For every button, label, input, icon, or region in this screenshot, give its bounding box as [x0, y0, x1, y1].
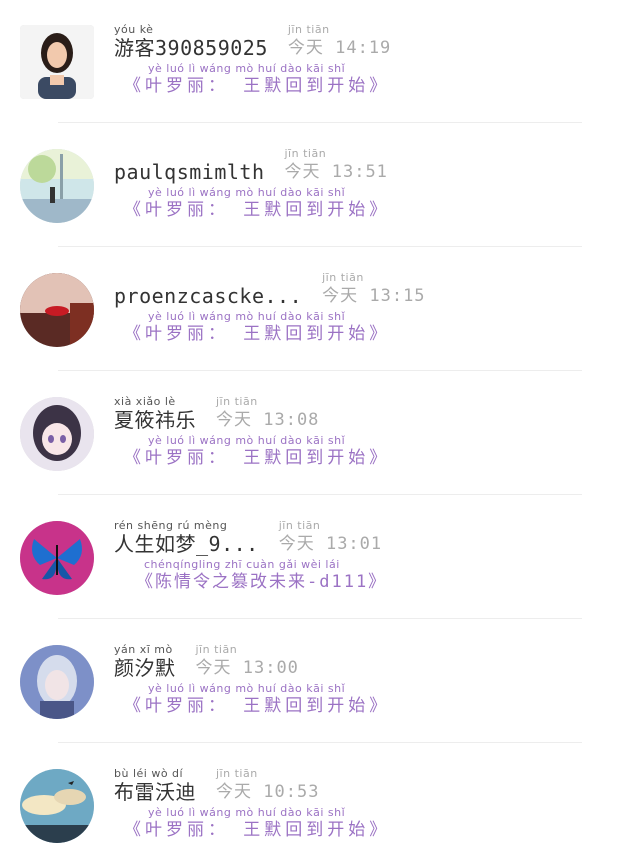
time-text: 今天 14:19 [287, 38, 392, 58]
name-pinyin: bù léi wò dí [114, 767, 184, 780]
anime-street-avatar[interactable] [20, 149, 94, 223]
last-message: chénqíngling zhī cuàn gǎi wèi lái 《陈情令之篡… [136, 558, 387, 594]
fantasy-girl-avatar[interactable] [20, 645, 94, 719]
name-row: yóu kè 游客390859025 jīn tiān 今天 14:19 [114, 20, 391, 60]
name-row: yán xī mò 颜汐默 jīn tiān 今天 13:00 [114, 640, 299, 680]
message-pinyin: yè luó lì wáng mò huí dào kāi shǐ [148, 682, 346, 695]
name-text: paulqsmimlth [114, 160, 265, 184]
last-message: yè luó lì wáng mò huí dào kāi shǐ 《叶罗丽： … [124, 62, 390, 98]
time-prefix: 今天 [216, 782, 252, 802]
message-text: 《叶罗丽： 王默回到开始》 [124, 324, 391, 344]
chat-item[interactable]: proenzcascke... jīn tiān 今天 13:15 yè luó… [0, 248, 640, 371]
chat-item[interactable]: yán xī mò 颜汐默 jīn tiān 今天 13:00 yè luó l… [0, 620, 640, 743]
woman-portrait-avatar[interactable] [20, 25, 94, 99]
last-message: yè luó lì wáng mò huí dào kāi shǐ 《叶罗丽： … [124, 186, 390, 222]
contact-name: bù léi wò dí 布雷沃迪 [114, 767, 196, 804]
message-text: 《叶罗丽： 王默回到开始》 [124, 696, 391, 716]
contact-name: yóu kè 游客390859025 [114, 23, 268, 60]
divider [58, 742, 582, 743]
divider [58, 618, 582, 619]
time-pinyin: jīn tiān [278, 519, 321, 532]
divider [58, 494, 582, 495]
name-row: rén shēng rú mèng 人生如梦_9... jīn tiān 今天 … [114, 516, 382, 556]
sky-landscape-avatar[interactable] [20, 769, 94, 843]
chat-list: yóu kè 游客390859025 jīn tiān 今天 14:19 yè … [0, 0, 640, 868]
message-pinyin: yè luó lì wáng mò huí dào kāi shǐ [148, 434, 346, 447]
chat-item[interactable]: yóu kè 游客390859025 jīn tiān 今天 14:19 yè … [0, 0, 640, 123]
time-text: 今天 10:53 [216, 780, 319, 804]
chat-item[interactable]: rén shēng rú mèng 人生如梦_9... jīn tiān 今天 … [0, 496, 640, 619]
message-pinyin: yè luó lì wáng mò huí dào kāi shǐ [148, 310, 346, 323]
time-value: 10:53 [263, 782, 320, 802]
time-pinyin: jīn tiān [195, 643, 238, 656]
message-pinyin: yè luó lì wáng mò huí dào kāi shǐ [148, 186, 346, 199]
message-pinyin: yè luó lì wáng mò huí dào kāi shǐ [148, 806, 346, 819]
name-row: xià xiǎo lè 夏筱祎乐 jīn tiān 今天 13:08 [114, 392, 319, 432]
message-pinyin: yè luó lì wáng mò huí dào kāi shǐ [148, 62, 346, 75]
name-text: 颜汐默 [114, 656, 176, 680]
time-pinyin: jīn tiān [322, 271, 364, 284]
chat-item[interactable]: paulqsmimlth jīn tiān 今天 13:51 yè luó lì… [0, 124, 640, 247]
contact-name: yán xī mò 颜汐默 [114, 643, 176, 680]
message-pinyin: chénqíngling zhī cuàn gǎi wèi lái [144, 558, 340, 571]
message-text: 《叶罗丽： 王默回到开始》 [124, 200, 391, 220]
divider [58, 122, 582, 123]
name-text: proenzcascke... [114, 284, 303, 308]
name-pinyin: xià xiǎo lè [114, 395, 176, 408]
timestamp: jīn tiān 今天 13:51 [285, 147, 388, 184]
name-pinyin: rén shēng rú mèng [114, 519, 228, 532]
message-text: 《陈情令之篡改未来-d111》 [136, 572, 388, 592]
timestamp: jīn tiān 今天 10:53 [216, 767, 319, 804]
message-text: 《叶罗丽： 王默回到开始》 [124, 76, 391, 96]
time-text: 今天 13:15 [322, 286, 426, 306]
contact-name: xià xiǎo lè 夏筱祎乐 [114, 395, 196, 432]
name-text: 人生如梦_9... [114, 532, 259, 556]
contact-name: paulqsmimlth [114, 147, 265, 184]
name-row: paulqsmimlth jīn tiān 今天 13:51 [114, 144, 388, 184]
last-message: yè luó lì wáng mò huí dào kāi shǐ 《叶罗丽： … [124, 682, 390, 718]
time-text: 今天 13:08 [216, 410, 320, 430]
time-pinyin: jīn tiān [216, 767, 258, 780]
name-text: 布雷沃迪 [114, 780, 196, 804]
chat-item[interactable]: bù léi wò dí 布雷沃迪 jīn tiān 今天 10:53 yè l… [0, 744, 640, 867]
chat-item[interactable]: xià xiǎo lè 夏筱祎乐 jīn tiān 今天 13:08 yè lu… [0, 372, 640, 495]
blue-butterfly-avatar[interactable] [20, 521, 94, 595]
anime-girl-avatar[interactable] [20, 397, 94, 471]
last-message: yè luó lì wáng mò huí dào kāi shǐ 《叶罗丽： … [124, 434, 390, 470]
timestamp: jīn tiān 今天 13:01 [279, 519, 382, 556]
message-text: 《叶罗丽： 王默回到开始》 [124, 820, 391, 840]
name-text: 游客390859025 [114, 36, 268, 60]
time-pinyin: jīn tiān [216, 395, 258, 408]
time-pinyin: jīn tiān [284, 147, 327, 160]
timestamp: jīn tiān 今天 13:08 [216, 395, 319, 432]
name-text: 夏筱祎乐 [114, 408, 196, 432]
last-message: yè luó lì wáng mò huí dào kāi shǐ 《叶罗丽： … [124, 310, 390, 346]
contact-name: proenzcascke... [114, 271, 302, 308]
last-message: yè luó lì wáng mò huí dào kāi shǐ 《叶罗丽： … [124, 806, 390, 842]
contact-name: rén shēng rú mèng 人生如梦_9... [114, 519, 259, 556]
divider [58, 246, 582, 247]
message-text: 《叶罗丽： 王默回到开始》 [124, 448, 391, 468]
time-text: 今天 13:51 [284, 162, 388, 182]
name-row: proenzcascke... jīn tiān 今天 13:15 [114, 268, 426, 308]
divider [58, 370, 582, 371]
name-pinyin: yán xī mò [114, 643, 173, 656]
time-text: 今天 13:00 [195, 658, 299, 678]
time-text: 今天 13:01 [278, 534, 383, 554]
time-pinyin: jīn tiān [287, 23, 330, 36]
timestamp: jīn tiān 今天 13:00 [196, 643, 299, 680]
name-row: bù léi wò dí 布雷沃迪 jīn tiān 今天 10:53 [114, 764, 319, 804]
name-pinyin: yóu kè [114, 23, 154, 36]
timestamp: jīn tiān 今天 13:15 [322, 271, 425, 308]
red-lips-avatar[interactable] [20, 273, 94, 347]
timestamp: jīn tiān 今天 14:19 [288, 23, 391, 60]
